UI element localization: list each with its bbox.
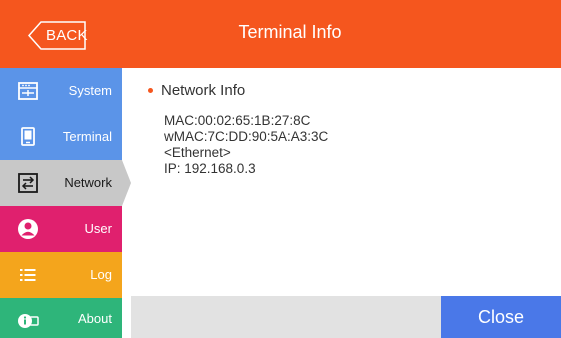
user-icon <box>18 219 38 239</box>
bullet-icon <box>148 88 153 93</box>
network-icon <box>18 173 38 193</box>
ip-address: IP: 192.168.0.3 <box>164 161 256 176</box>
sidebar: System Terminal Network User Log About <box>0 68 131 338</box>
sidebar-item-network[interactable]: Network <box>0 160 131 206</box>
sidebar-item-system[interactable]: System <box>0 68 122 114</box>
wireless-mac-address: wMAC:7C:DD:90:5A:A3:3C <box>164 129 329 144</box>
sidebar-item-about[interactable]: About <box>0 298 122 338</box>
sidebar-item-label: Network <box>64 175 112 190</box>
back-button-label: BACK <box>46 27 88 44</box>
sidebar-item-log[interactable]: Log <box>0 252 122 298</box>
mac-address: MAC:00:02:65:1B:27:8C <box>164 113 311 128</box>
section-title: Network Info <box>161 82 246 99</box>
sidebar-item-label: About <box>78 311 112 326</box>
about-icon <box>18 314 39 328</box>
sidebar-item-label: User <box>84 221 112 236</box>
close-button[interactable]: Close <box>441 296 561 338</box>
system-icon <box>18 82 38 100</box>
log-icon <box>20 269 36 281</box>
sidebar-item-user[interactable]: User <box>0 206 122 252</box>
terminal-icon <box>21 127 35 146</box>
header-bar: BACK Terminal Info <box>0 0 561 68</box>
sidebar-item-label: Log <box>90 267 112 282</box>
sidebar-item-label: System <box>68 83 112 98</box>
sidebar-item-terminal[interactable]: Terminal <box>0 114 122 160</box>
page-title: Terminal Info <box>238 22 342 42</box>
sidebar-item-label: Terminal <box>62 129 112 144</box>
footer-bar <box>131 296 441 338</box>
connection-type: <Ethernet> <box>164 145 231 160</box>
network-info-panel: Network Info MAC:00:02:65:1B:27:8C wMAC:… <box>131 68 561 296</box>
back-button[interactable]: BACK <box>28 21 88 50</box>
